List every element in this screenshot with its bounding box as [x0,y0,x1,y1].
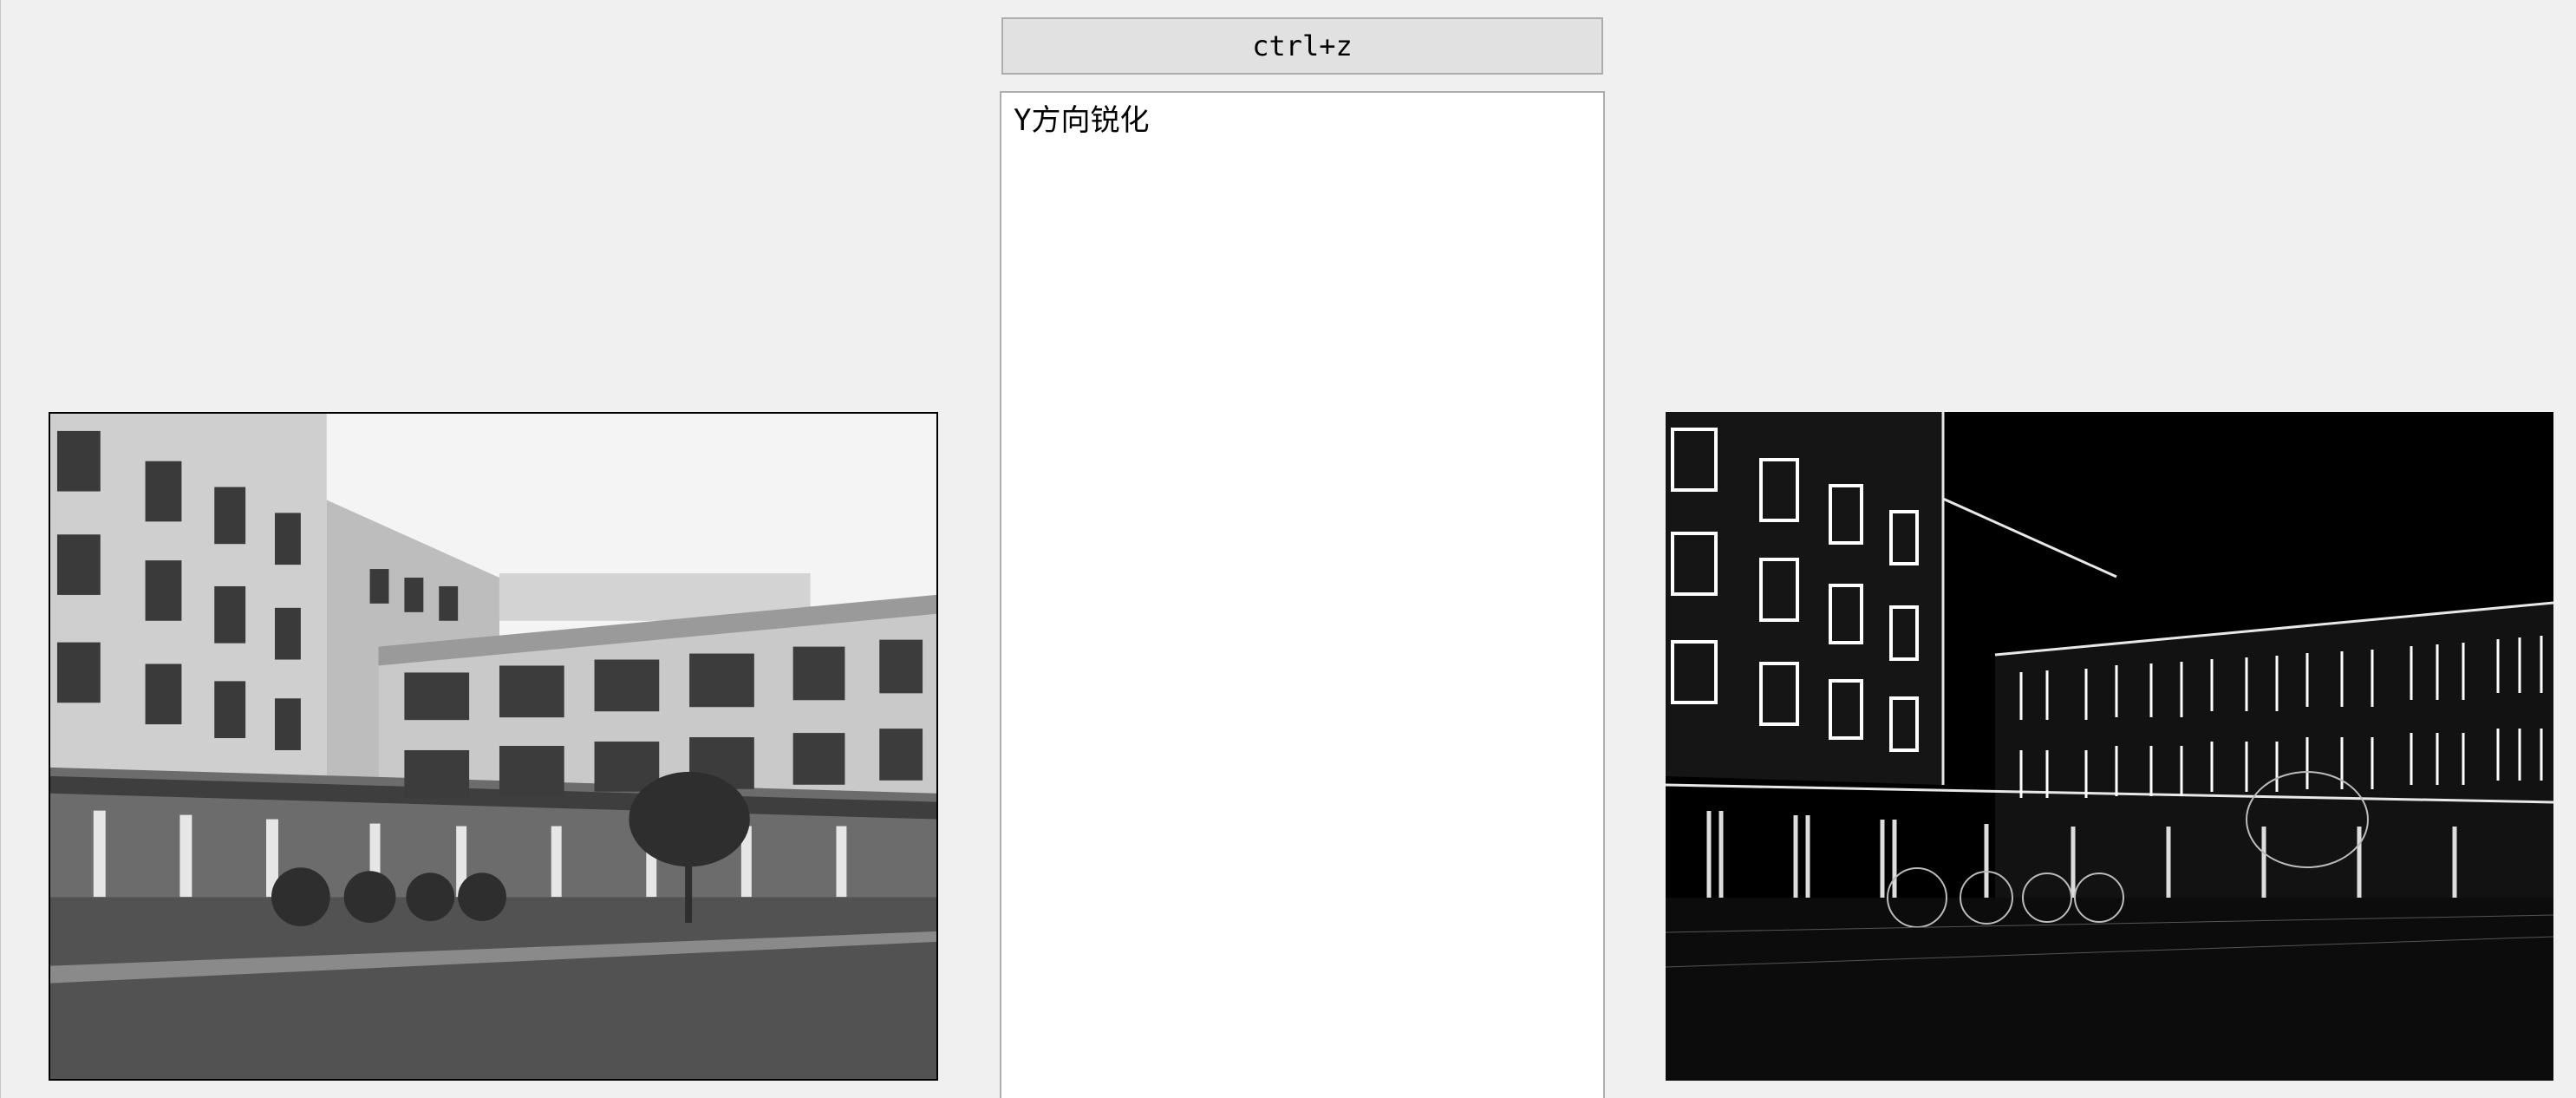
log-textbox[interactable]: Y方向锐化 [1000,91,1605,1098]
original-image [49,412,938,1081]
app-window: ctrl+z Y方向锐化 [0,0,2576,1098]
edge-photo [1666,412,2553,1081]
processed-image [1666,412,2553,1081]
undo-button[interactable]: ctrl+z [1001,17,1603,75]
building-photo [50,414,936,1079]
log-line: Y方向锐化 [1014,103,1150,138]
